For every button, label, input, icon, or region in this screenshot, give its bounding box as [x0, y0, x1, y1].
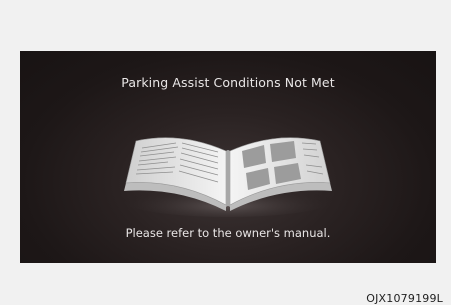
- owners-manual-message: Please refer to the owner's manual.: [125, 226, 331, 240]
- warning-title: Parking Assist Conditions Not Met: [121, 75, 335, 90]
- page: Parking Assist Conditions Not Met Please…: [0, 0, 451, 305]
- display-screen: Parking Assist Conditions Not Met Please…: [20, 51, 436, 263]
- open-manual-book-icon: [120, 137, 336, 217]
- figure-code: OJX1079199L: [366, 292, 443, 305]
